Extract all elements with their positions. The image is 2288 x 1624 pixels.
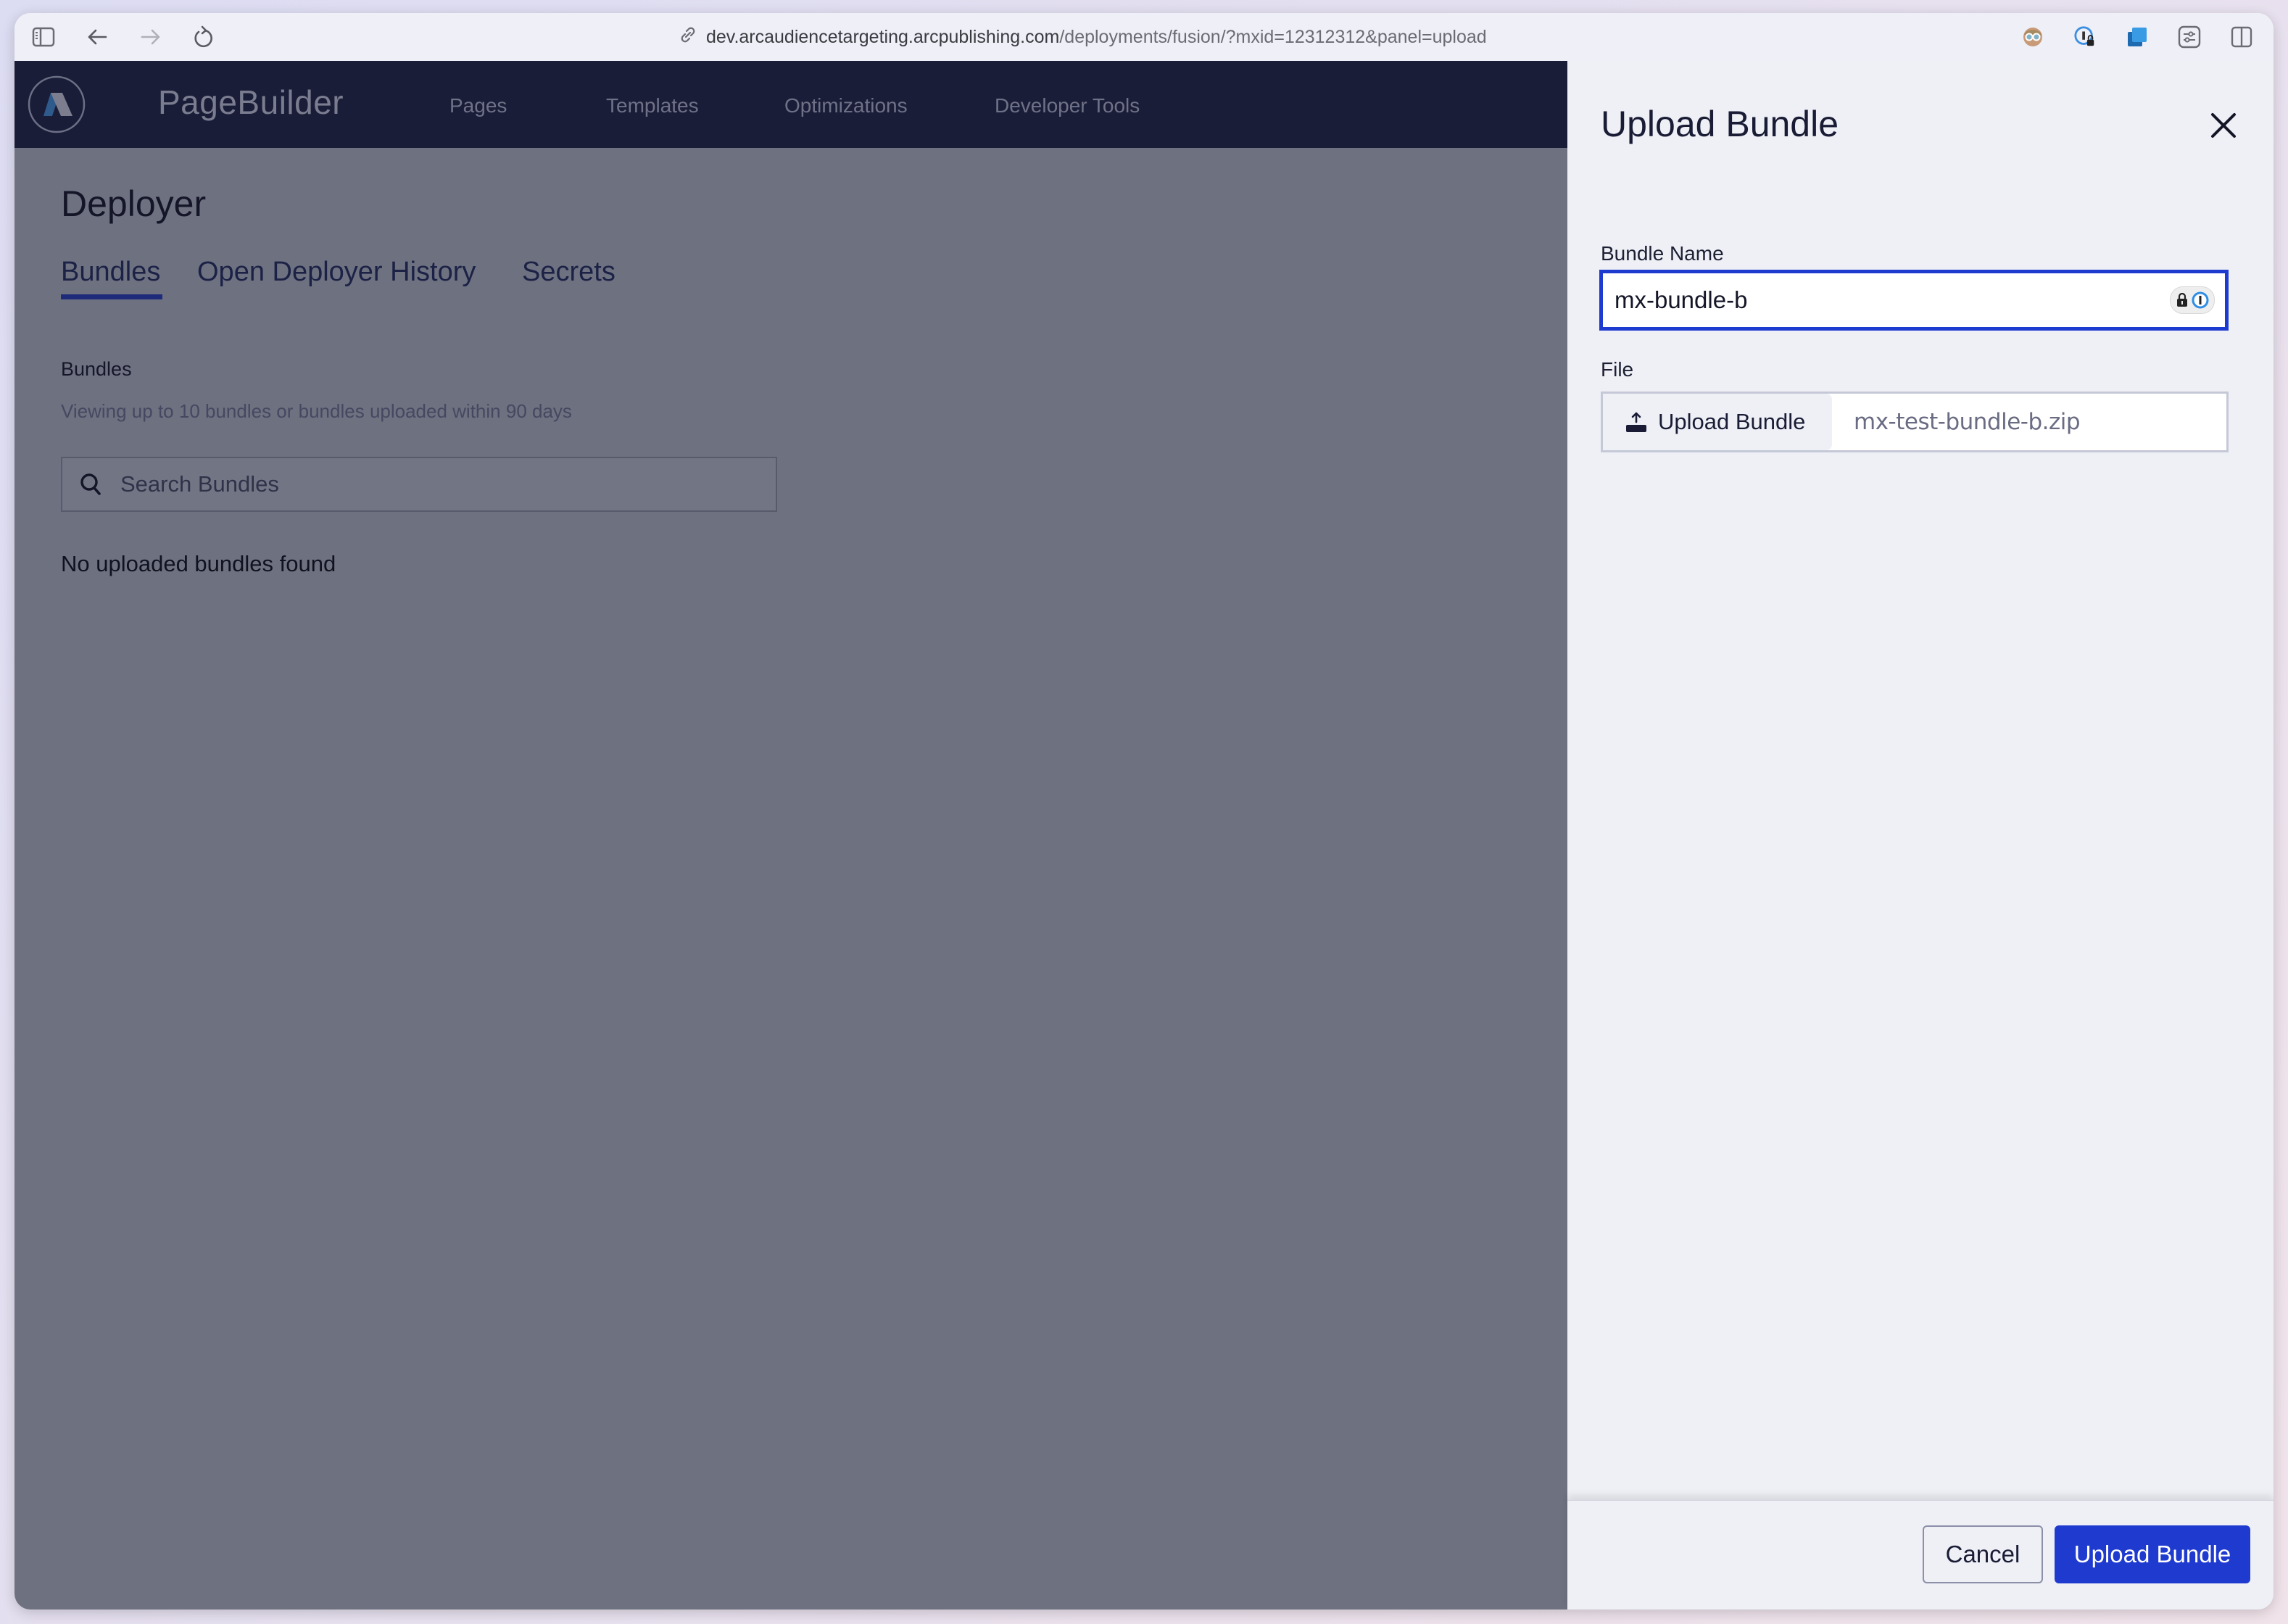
section-label: Bundles	[61, 358, 132, 380]
panel-footer: Cancel Upload Bundle	[1567, 1500, 2274, 1610]
bundle-name-label: Bundle Name	[1601, 242, 1724, 265]
forward-arrow-icon[interactable]	[139, 25, 162, 49]
top-nav: PageBuilder Pages Templates Optimization…	[14, 61, 1567, 148]
settings-sliders-icon[interactable]	[2178, 25, 2201, 49]
choose-file-button[interactable]: Upload Bundle	[1603, 394, 1832, 450]
nav-item-optimizations[interactable]: Optimizations	[784, 94, 908, 117]
search-icon	[62, 473, 119, 496]
search-input[interactable]	[119, 471, 760, 498]
upload-icon	[1626, 412, 1646, 432]
url-host: dev.arcaudiencetargeting.arcpublishing.c…	[706, 26, 1060, 47]
bundle-name-input[interactable]	[1613, 286, 2170, 315]
section-subtitle: Viewing up to 10 bundles or bundles uplo…	[61, 400, 572, 422]
empty-state-message: No uploaded bundles found	[61, 551, 336, 576]
tab-bundles[interactable]: Bundles	[61, 257, 160, 288]
nav-item-developer-tools[interactable]: Developer Tools	[995, 94, 1140, 117]
file-upload-field: Upload Bundle mx-test-bundle-b.zip	[1601, 392, 2229, 452]
brand-name[interactable]: PageBuilder	[158, 83, 344, 122]
tab-open-deployer-history[interactable]: Open Deployer History	[197, 257, 476, 288]
active-tab-indicator	[61, 294, 162, 299]
selected-file-name: mx-test-bundle-b.zip	[1854, 409, 2081, 435]
address-bar[interactable]: dev.arcaudiencetargeting.arcpublishing.c…	[679, 25, 1487, 49]
browser-toolbar: dev.arcaudiencetargeting.arcpublishing.c…	[14, 13, 2274, 61]
extension-icon[interactable]	[2126, 25, 2149, 49]
password-manager-icon[interactable]	[2073, 25, 2097, 49]
search-field[interactable]	[61, 457, 777, 512]
password-manager-autofill-icon[interactable]	[2170, 286, 2215, 314]
arc-logo-icon[interactable]	[28, 75, 86, 133]
url-path: /deployments/fusion/?mxid=12312312&panel…	[1059, 26, 1487, 47]
upload-bundle-button[interactable]: Upload Bundle	[2055, 1525, 2250, 1583]
link-icon	[679, 25, 697, 49]
page-title: Deployer	[61, 183, 207, 224]
split-view-icon[interactable]	[2230, 25, 2253, 49]
bundle-name-field[interactable]	[1599, 270, 2229, 331]
browser-window: dev.arcaudiencetargeting.arcpublishing.c…	[14, 13, 2274, 1610]
close-icon	[2211, 113, 2236, 138]
profile-avatar-icon[interactable]	[2021, 25, 2044, 49]
upload-bundle-panel: Upload Bundle Bundle Name File Upload Bu…	[1567, 61, 2274, 1610]
choose-file-label: Upload Bundle	[1658, 409, 1806, 434]
back-arrow-icon[interactable]	[86, 25, 109, 49]
tab-secrets[interactable]: Secrets	[522, 257, 615, 288]
cancel-button[interactable]: Cancel	[1923, 1525, 2043, 1583]
close-button[interactable]	[2207, 109, 2240, 142]
sidebar-toggle-icon[interactable]	[32, 25, 55, 49]
file-label: File	[1601, 358, 1634, 381]
nav-item-templates[interactable]: Templates	[606, 94, 699, 117]
panel-title: Upload Bundle	[1601, 104, 1839, 144]
app-background: PageBuilder Pages Templates Optimization…	[14, 61, 1567, 1610]
nav-item-pages[interactable]: Pages	[449, 94, 507, 117]
reload-icon[interactable]	[191, 25, 215, 49]
